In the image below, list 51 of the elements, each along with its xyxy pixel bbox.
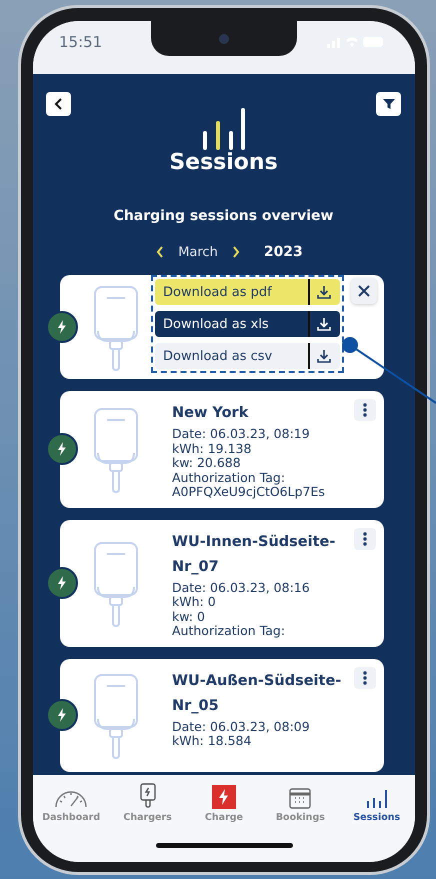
download-icon — [316, 348, 332, 364]
page-subtitle: Charging sessions overview — [112, 208, 334, 224]
session-detail: kWh: 18.584 — [172, 734, 252, 748]
lightning-icon — [57, 442, 67, 456]
session-name: New York — [172, 404, 250, 423]
close-button[interactable] — [351, 278, 377, 304]
more-button[interactable] — [354, 666, 376, 688]
export-option[interactable]: Download as csv — [155, 343, 340, 369]
back-chevron-icon — [54, 97, 64, 111]
session-detail: Date: 06.03.23, 08:19 — [172, 427, 311, 442]
month-label: March — [178, 244, 218, 260]
session-detail: Date: 06.03.23, 08:16 — [172, 580, 311, 595]
previous-icon[interactable] — [156, 246, 164, 258]
export-option[interactable]: Download as xls — [155, 311, 340, 337]
session-detail: kWh: 19.138 — [172, 442, 252, 456]
session-detail: Date: 06.03.23, 08:09 — [172, 720, 311, 734]
more-button[interactable] — [354, 399, 376, 421]
close-icon — [357, 284, 371, 298]
session-name: WU-Innen-Südseite-Nr_07 — [172, 532, 336, 576]
more-icon — [363, 532, 367, 546]
lightning-icon — [57, 708, 67, 722]
gauge-icon — [54, 789, 88, 809]
filter-icon — [382, 98, 396, 110]
camera-icon — [218, 32, 230, 44]
lightning-icon — [57, 320, 67, 334]
back-button[interactable] — [46, 92, 71, 116]
bar-chart-icon — [366, 789, 388, 809]
session-detail: Authorization Tag: — [172, 470, 286, 485]
sessions-logo-icon — [200, 108, 246, 150]
session-name: WU-Außen-Südseite-Nr_05 — [172, 672, 342, 716]
calendar-icon — [289, 787, 312, 809]
charger-icon — [140, 783, 156, 809]
page-title: Sessions — [168, 150, 279, 176]
session-detail: kw: 0 — [172, 610, 206, 624]
session-detail: Authorization Tag: — [172, 624, 286, 638]
nav-tab[interactable]: Sessions — [342, 783, 412, 823]
more-button[interactable] — [354, 528, 376, 550]
download-icon — [316, 284, 332, 300]
session-detail: A0PFQXeU9cjCtO6Lp7Es — [172, 485, 326, 500]
status-time: 15:51 — [59, 32, 102, 50]
session-detail: kWh: 0 — [172, 595, 217, 610]
more-icon — [363, 670, 367, 684]
filter-button[interactable] — [376, 92, 401, 116]
next-icon[interactable] — [232, 246, 240, 258]
download-icon — [316, 316, 332, 332]
export-option[interactable]: Download as pdf — [155, 279, 340, 305]
session-detail: kw: 20.688 — [172, 456, 242, 470]
lightning-icon — [212, 785, 236, 809]
more-icon — [363, 403, 367, 417]
lightning-icon — [57, 576, 67, 590]
year-label: 2023 — [264, 244, 303, 260]
